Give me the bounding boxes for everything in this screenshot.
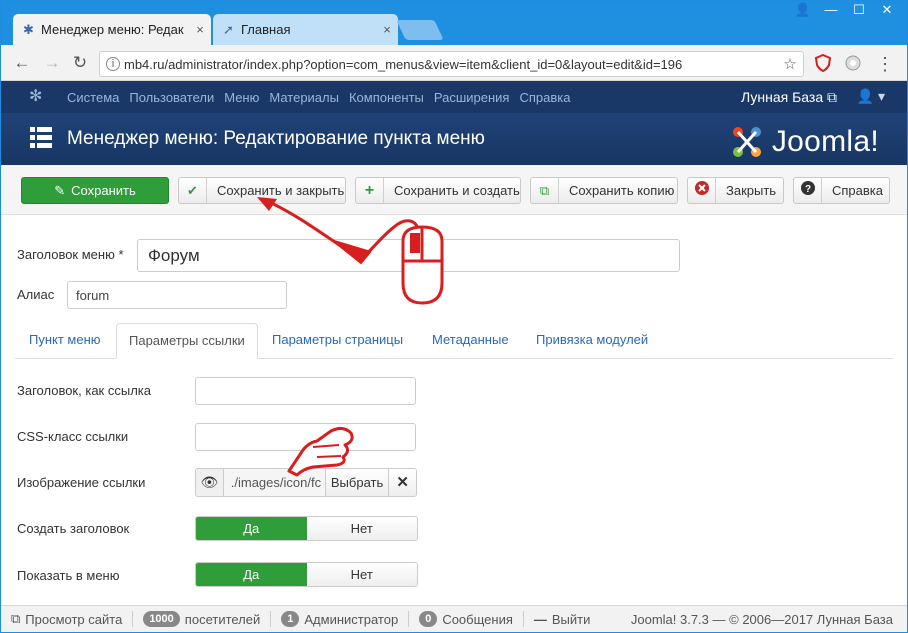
visitors-indicator: 1000 посетителей — [133, 611, 272, 627]
visitors-badge: 1000 — [143, 611, 180, 627]
view-site-label: Просмотр сайта — [25, 611, 123, 627]
view-site-link[interactable]: ⧉ Просмотр сайта — [1, 611, 134, 627]
logout-link[interactable]: — Выйти — [524, 611, 601, 627]
red-arrow-icon — [257, 197, 421, 265]
external-link-icon: ⧉ — [11, 611, 21, 626]
messages-label: Сообщения — [442, 611, 513, 627]
copyright-text: Joomla! 3.7.3 — © 2006—2017 Лунная База — [630, 611, 893, 627]
annotation-overlay — [257, 197, 444, 477]
minus-icon: — — [533, 611, 547, 627]
status-bar: ⧉ Просмотр сайта 1000 посетителей 1 Админис… — [1, 605, 907, 632]
browser-window: ✱ Менеджер меню: Редак × ➚ Главная × 👤 —… — [0, 0, 908, 633]
logout-label: Выйти — [551, 611, 591, 627]
visitors-label: посетителей — [184, 611, 261, 627]
admins-indicator: 1 Администратор — [271, 611, 410, 627]
mouse-icon — [401, 225, 444, 305]
messages-link[interactable]: 0 Сообщения — [409, 611, 524, 627]
messages-badge: 0 — [419, 611, 438, 627]
admins-label: Администратор — [304, 611, 399, 627]
pointing-hand-icon — [287, 426, 354, 477]
admins-badge: 1 — [281, 611, 300, 627]
